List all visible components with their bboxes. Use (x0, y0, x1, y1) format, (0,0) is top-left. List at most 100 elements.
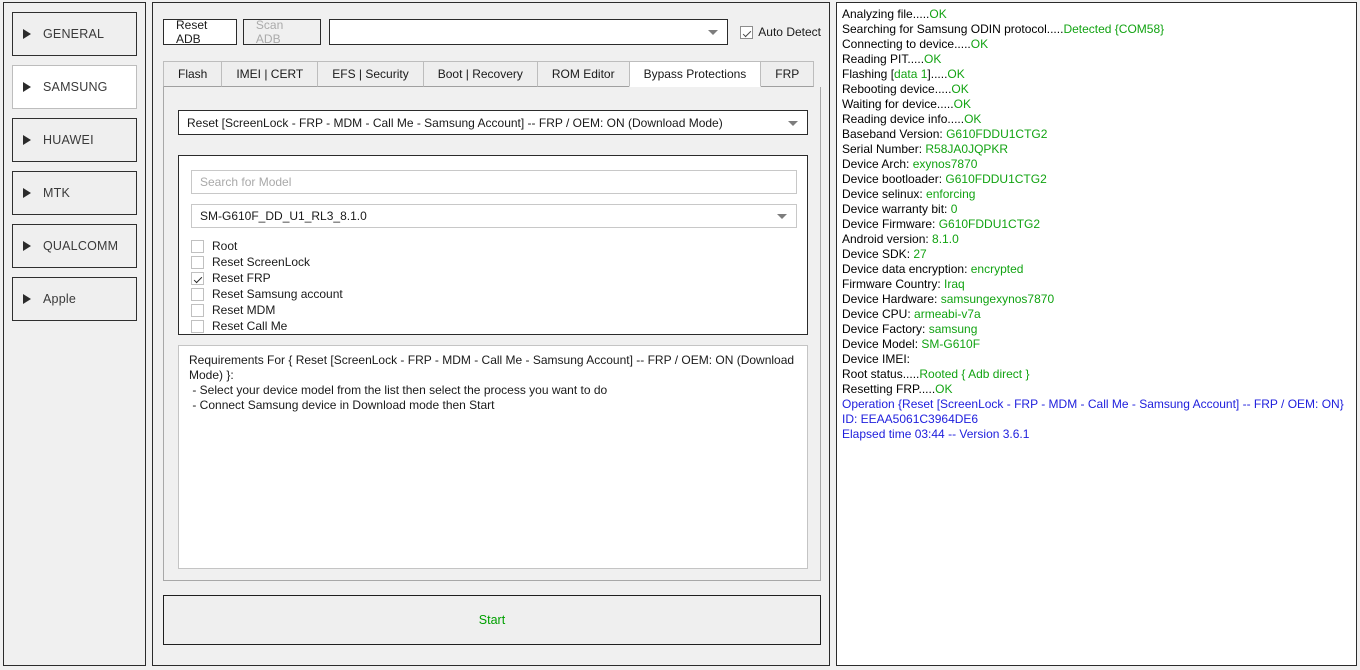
sidebar-item-label: SAMSUNG (43, 80, 108, 94)
log-segment: OK (935, 382, 953, 396)
log-segment: Device data encryption: (842, 262, 971, 276)
tab-efs-security[interactable]: EFS | Security (317, 61, 424, 87)
log-segment: Waiting for device..... (842, 97, 954, 111)
checkbox-icon (191, 319, 204, 333)
log-segment: Firmware Country: (842, 277, 945, 291)
tab-bar: Flash IMEI | CERT EFS | Security Boot | Rec… (163, 61, 821, 88)
log-segment: Flashing [ (842, 67, 895, 81)
auto-detect-checkbox[interactable]: Auto Detect (740, 25, 821, 39)
log-line: Device data encryption: encrypted (842, 262, 1351, 277)
start-button[interactable]: Start (163, 595, 821, 645)
scan-adb-button[interactable]: Scan ADB (242, 18, 321, 46)
expand-triangle-icon (23, 241, 31, 251)
log-segment: OK (947, 67, 965, 81)
expand-triangle-icon (23, 29, 31, 39)
log-line: Device warranty bit: 0 (842, 202, 1351, 217)
log-segment: armeabi-v7a (914, 307, 981, 321)
log-segment: Device Model: (842, 337, 922, 351)
tab-bypass-protections[interactable]: Bypass Protections (628, 61, 762, 87)
log-segment: Reading device info..... (842, 112, 965, 126)
log-segment: Device selinux: (842, 187, 927, 201)
log-segment: 27 (913, 247, 927, 261)
sidebar-item-apple[interactable]: Apple (12, 277, 137, 321)
log-segment: Reading PIT..... (842, 52, 925, 66)
model-select[interactable]: SM-G610F_DD_U1_RL3_8.1.0 (191, 204, 797, 228)
log-segment: Connecting to device..... (842, 37, 971, 51)
sidebar-item-general[interactable]: GENERAL (12, 12, 137, 56)
log-segment: OK (953, 97, 971, 111)
operation-select[interactable]: Reset [ScreenLock - FRP - MDM - Call Me … (178, 110, 808, 135)
log-segment: Resetting FRP..... (842, 382, 936, 396)
checkbox-icon (191, 271, 204, 285)
option-reset-screenlock[interactable]: Reset ScreenLock (191, 254, 591, 270)
log-segment: Device Factory: (842, 322, 929, 336)
reset-adb-button[interactable]: Reset ADB (163, 18, 237, 46)
log-line: Resetting FRP.....OK (842, 382, 1351, 397)
log-segment: Rooted { Adb direct } (919, 367, 1030, 381)
checkbox-icon (191, 287, 204, 301)
log-segment: Baseband Version: (842, 127, 947, 141)
option-reset-samsung-account[interactable]: Reset Samsung account (191, 286, 591, 302)
expand-triangle-icon (23, 82, 31, 92)
log-segment: samsung (928, 322, 978, 336)
log-line: Device Arch: exynos7870 (842, 157, 1351, 172)
log-output-panel[interactable]: Analyzing file.....OK Searching for Samsu… (836, 2, 1357, 666)
checkmark-icon (740, 25, 754, 39)
requirements-text: Requirements For { Reset [ScreenLock - F… (178, 345, 808, 569)
log-segment: Searching for Samsung ODIN protocol..... (842, 22, 1064, 36)
log-segment: Device warranty bit: (842, 202, 951, 216)
log-segment: Device SDK: (842, 247, 914, 261)
log-line: Searching for Samsung ODIN protocol.....… (842, 22, 1351, 37)
log-line: Device SDK: 27 (842, 247, 1351, 262)
log-segment: ID: EEAA5061C3964DE6 (842, 412, 979, 426)
tab-rom-editor[interactable]: ROM Editor (536, 61, 630, 87)
search-model-input[interactable] (191, 170, 797, 194)
application-window: GENERAL SAMSUNG HUAWEI MTK QUALCOMM Apple Res… (0, 0, 1360, 670)
auto-detect-label: Auto Detect (758, 25, 821, 39)
log-segment: R58JA0JQPKR (925, 142, 1009, 156)
log-line: Reading device info.....OK (842, 112, 1351, 127)
option-root[interactable]: Root (191, 238, 591, 254)
log-line: Android version: 8.1.0 (842, 232, 1351, 247)
log-line: Device CPU: armeabi-v7a (842, 307, 1351, 322)
device-select[interactable] (328, 19, 729, 45)
tab-frp[interactable]: FRP (760, 61, 815, 87)
log-segment: 8.1.0 (932, 232, 959, 246)
tab-flash[interactable]: Flash (163, 61, 223, 87)
log-line: Device bootloader: G610FDDU1CTG2 (842, 172, 1351, 187)
expand-triangle-icon (23, 188, 31, 198)
model-select-value: SM-G610F_DD_U1_RL3_8.1.0 (200, 209, 367, 223)
tab-boot-recovery[interactable]: Boot | Recovery (422, 61, 538, 87)
log-segment: Device Arch: (842, 157, 913, 171)
option-label: Reset ScreenLock (212, 255, 311, 269)
checkbox-icon (191, 303, 204, 317)
reset-options-list: Root Reset ScreenLock Reset FRP Reset Samsu… (191, 238, 591, 334)
option-reset-call-me[interactable]: Reset Call Me (191, 318, 591, 334)
option-reset-mdm[interactable]: Reset MDM (191, 302, 591, 318)
log-segment: Rebooting device..... (842, 82, 952, 96)
log-segment: Device Firmware: (842, 217, 939, 231)
option-label: Reset FRP (212, 271, 271, 285)
log-line: Device IMEI: (842, 352, 1351, 367)
expand-triangle-icon (23, 294, 31, 304)
log-line: Rebooting device.....OK (842, 82, 1351, 97)
log-line: Firmware Country: Iraq (842, 277, 1351, 292)
sidebar-item-samsung[interactable]: SAMSUNG (12, 65, 137, 109)
chevron-down-icon (777, 214, 787, 219)
sidebar-item-huawei[interactable]: HUAWEI (12, 118, 137, 162)
expand-triangle-icon (23, 135, 31, 145)
log-segment: OK (924, 52, 942, 66)
log-line: Baseband Version: G610FDDU1CTG2 (842, 127, 1351, 142)
sidebar-item-mtk[interactable]: MTK (12, 171, 137, 215)
main-panel: Reset ADB Scan ADB Auto Detect Flash IMEI… (152, 2, 830, 666)
option-reset-frp[interactable]: Reset FRP (191, 270, 591, 286)
tab-imei-cert[interactable]: IMEI | CERT (221, 61, 319, 87)
log-segment: SM-G610F (921, 337, 981, 351)
log-line: Elapsed time 03:44 -- Version 3.6.1 (842, 427, 1351, 442)
sidebar-item-label: MTK (43, 186, 70, 200)
sidebar-item-qualcomm[interactable]: QUALCOMM (12, 224, 137, 268)
sidebar-item-label: GENERAL (43, 27, 105, 41)
log-segment: Detected {COM58} (1063, 22, 1165, 36)
log-segment: ]..... (927, 67, 948, 81)
log-segment: Root status..... (842, 367, 920, 381)
